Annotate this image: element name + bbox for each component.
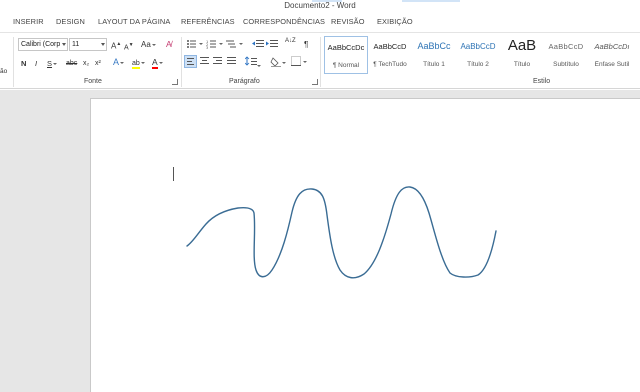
- word-window: Documento2 - Word INSERIR DESIGN LAYOUT …: [0, 0, 640, 392]
- ink-drawing[interactable]: [0, 0, 640, 392]
- ink-stroke: [186, 186, 497, 279]
